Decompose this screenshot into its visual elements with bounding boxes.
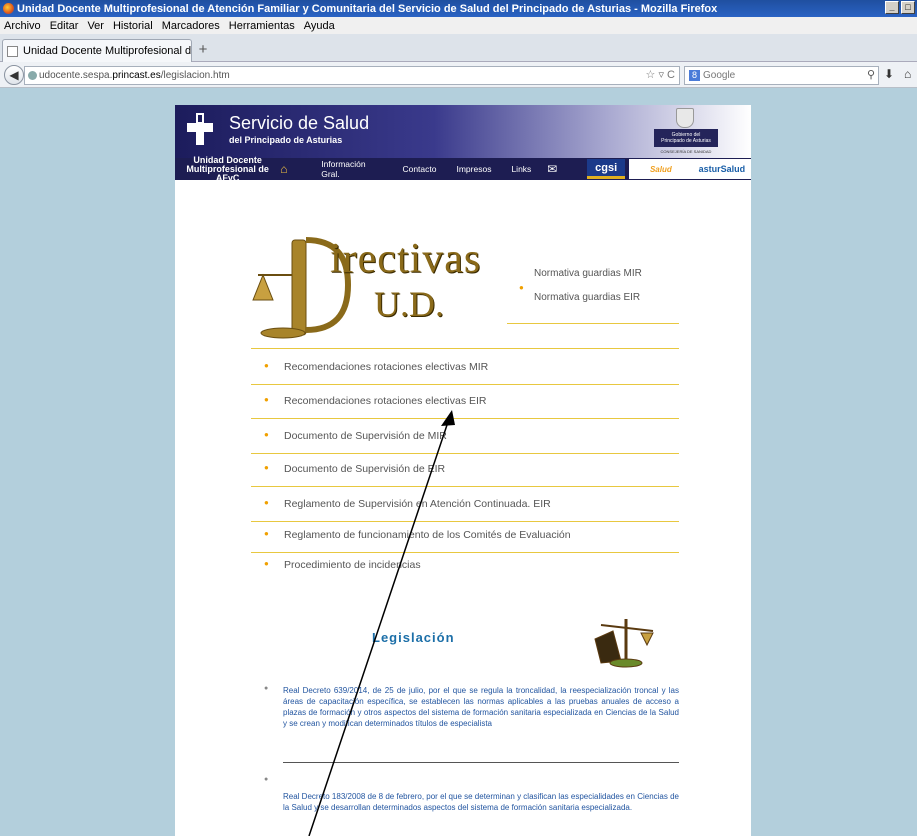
url-bar[interactable]: udocente.sespa. princast.es/legislacion.h… (24, 66, 680, 85)
url-domain: princast.es (112, 70, 161, 81)
bullet-icon: ● (264, 498, 269, 507)
menu-ver[interactable]: Ver (87, 20, 104, 32)
astursalud-logo[interactable]: asturSalud (692, 159, 751, 179)
new-tab-button[interactable]: + (194, 42, 212, 60)
mail-icon[interactable]: ✉ (547, 162, 557, 176)
link-atencion-continuada[interactable]: Reglamento de Supervisión en Atención Co… (284, 498, 551, 510)
menu-herramientas[interactable]: Herramientas (229, 20, 295, 32)
page-icon (7, 45, 18, 57)
minimize-button[interactable]: _ (885, 1, 899, 14)
side-bullet-icon: ● (519, 283, 524, 292)
gobierno-logo[interactable]: Gobierno del Principado de Asturias (654, 129, 718, 147)
directivas-subtitle: U.D. (374, 284, 444, 324)
divider (251, 552, 679, 553)
tab-label: Unidad Docente Multiprofesional de Atenc… (23, 45, 192, 57)
home-icon[interactable]: ⌂ (904, 67, 911, 81)
tab-bar: Unidad Docente Multiprofesional de Atenc… (0, 34, 917, 62)
menu-archivo[interactable]: Archivo (4, 20, 41, 32)
bullet-icon: ● (264, 463, 269, 472)
site-subtitle: del Principado de Asturias (229, 135, 343, 145)
link-comites-evaluacion[interactable]: Reglamento de funcionamiento de los Comi… (284, 529, 571, 541)
bullet-icon: ● (264, 361, 269, 370)
divider (251, 521, 679, 522)
navigation-bar: ◀ udocente.sespa. princast.es/legislacion… (0, 62, 917, 88)
directivas-title: irectivas (330, 236, 482, 282)
bullet-icon: ● (264, 776, 269, 783)
nav-informacion[interactable]: Información Gral. (321, 159, 382, 179)
bullet-icon: ● (264, 395, 269, 404)
link-normativa-mir[interactable]: Normativa guardias MIR (534, 268, 642, 279)
url-host: udocente.sespa. (39, 70, 113, 81)
restore-button[interactable]: □ (901, 1, 915, 14)
health-cross-logo (187, 113, 213, 145)
menu-marcadores[interactable]: Marcadores (162, 20, 220, 32)
divider (507, 323, 679, 324)
link-supervision-eir[interactable]: Documento de Supervisión de EIR (284, 463, 445, 475)
legislacion-heading: Legislación (372, 630, 455, 645)
divider (251, 384, 679, 385)
link-real-decreto-183-2008[interactable]: Real Decreto 183/2008 de 8 de febrero, p… (283, 791, 679, 813)
nav-contacto[interactable]: Contacto (402, 164, 436, 174)
link-real-decreto-639-2014[interactable]: Real Decreto 639/2014, de 25 de julio, p… (283, 685, 679, 729)
unit-name: Unidad Docente Multiprofesional de AFyC (175, 155, 280, 183)
menu-historial[interactable]: Historial (113, 20, 153, 32)
gov-consejeria: CONSEJERÍA DE SANIDAD (660, 149, 712, 154)
link-rotaciones-eir[interactable]: Recomendaciones rotaciones electivas EIR (284, 395, 487, 407)
divider (251, 418, 679, 419)
link-rotaciones-mir[interactable]: Recomendaciones rotaciones electivas MIR (284, 361, 488, 373)
menu-bar: Archivo Editar Ver Historial Marcadores … (0, 17, 917, 34)
bullet-icon: ● (264, 529, 269, 538)
scales-of-justice-icon (594, 619, 654, 668)
salud-logo[interactable]: Salud (628, 159, 693, 179)
window-controls: _ □ (885, 1, 915, 14)
menu-editar[interactable]: Editar (50, 20, 79, 32)
coat-of-arms-icon (676, 108, 694, 128)
site-header: Servicio de Salud del Principado de Astu… (175, 105, 751, 158)
search-engine-icon[interactable]: 8 (689, 70, 700, 81)
web-page: Servicio de Salud del Principado de Astu… (175, 105, 751, 836)
nav-links[interactable]: Links (511, 164, 531, 174)
bullet-icon: ● (264, 559, 269, 568)
search-input[interactable]: 8 Google ⚲ (684, 66, 879, 85)
bullet-icon: ● (264, 685, 269, 692)
unit-line2: Multiprofesional de AFyC (186, 163, 269, 183)
divider (283, 762, 679, 763)
home-icon[interactable]: ⌂ (280, 162, 295, 176)
search-icon[interactable]: ⚲ (867, 68, 875, 81)
divider (251, 453, 679, 454)
gov-line2: Principado de Asturias (661, 138, 711, 144)
firefox-icon (3, 3, 14, 14)
browser-tab[interactable]: Unidad Docente Multiprofesional de Atenc… (2, 39, 192, 62)
divider (251, 486, 679, 487)
link-normativa-eir[interactable]: Normativa guardias EIR (534, 292, 640, 303)
bullet-icon: ● (264, 430, 269, 439)
cgsi-logo[interactable]: cgsi (587, 159, 625, 179)
back-button[interactable]: ◀ (4, 65, 24, 85)
site-nav: Unidad Docente Multiprofesional de AFyC … (175, 155, 751, 183)
window-title: Unidad Docente Multiprofesional de Atenc… (17, 2, 718, 15)
globe-icon (28, 71, 37, 80)
divider (251, 348, 679, 349)
menu-ayuda[interactable]: Ayuda (304, 20, 335, 32)
download-icon[interactable]: ⬇ (884, 67, 894, 81)
url-path: /legislacion.htm (160, 70, 230, 81)
link-supervision-mir[interactable]: Documento de Supervisión de MIR (284, 430, 447, 442)
search-placeholder: Google (703, 70, 736, 81)
link-incidencias[interactable]: Procedimiento de incidencias (284, 559, 421, 571)
nav-impresos[interactable]: Impresos (456, 164, 491, 174)
site-title: Servicio de Salud (229, 113, 370, 133)
window-titlebar: Unidad Docente Multiprofesional de Atenc… (0, 0, 917, 17)
bookmark-star-icon[interactable]: ☆ ▿ C (646, 68, 675, 81)
